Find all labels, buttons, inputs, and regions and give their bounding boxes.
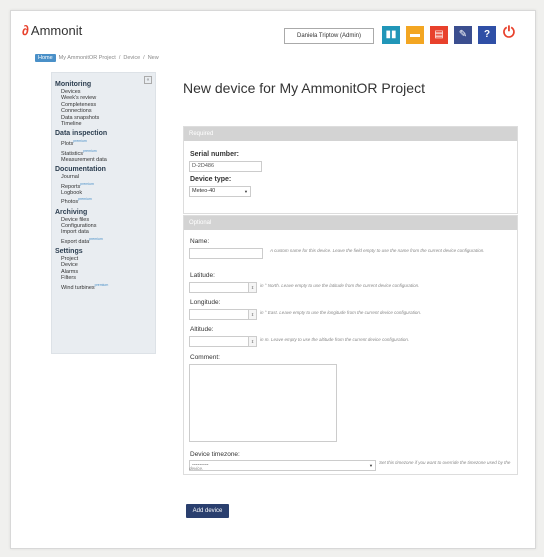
sidebar-item-label: Connections	[61, 108, 92, 115]
device-type-select[interactable]: Meteo-40 ▼	[189, 186, 251, 197]
sidebar-item-label: Completeness	[61, 101, 97, 108]
user-menu-button[interactable]: Daniela Triptow (Admin)	[284, 28, 374, 44]
optional-heading: Optional	[184, 216, 517, 230]
sidebar-item-label: Devices	[61, 89, 81, 95]
sidebar-item[interactable]: Wind turbinespremium	[55, 282, 155, 291]
app-logo[interactable]: ∂ Ammonit	[22, 22, 82, 38]
altitude-help: in m. Leave empty to use the altitude fr…	[260, 337, 410, 342]
book-icon[interactable]: ▤	[430, 26, 448, 44]
breadcrumb: Home My AmmonitOR Project / Device / New	[35, 54, 159, 62]
latitude-stepper-icon[interactable]: ⇕	[248, 282, 257, 293]
sidebar-item-label: Device files	[61, 216, 90, 223]
sidebar-item[interactable]: Reportspremium	[55, 181, 155, 190]
folder-icon[interactable]: ▬	[406, 26, 424, 44]
breadcrumb-separator: /	[118, 55, 121, 61]
sidebar-item-label: Filters	[61, 275, 76, 282]
sidebar-section: Archiving Device files Configurations Impor…	[55, 209, 155, 245]
latitude-label: Latitude:	[190, 272, 215, 279]
premium-badge: premium	[73, 139, 87, 144]
sidebar-item-label: Export data	[61, 238, 90, 245]
latitude-input[interactable]	[189, 282, 249, 293]
sidebar-section: Settings Project Device Alarms Filters Wind t…	[55, 248, 155, 291]
premium-badge: premium	[80, 181, 94, 186]
sidebar-item-label: Import data	[61, 229, 89, 236]
sidebar-item-label: Timeline	[61, 121, 82, 128]
sidebar-item[interactable]: Measurement data	[55, 157, 155, 163]
longitude-label: Longitude:	[190, 299, 221, 306]
sidebar-section-title: Data inspection	[55, 130, 108, 138]
premium-badge: premium	[83, 148, 97, 153]
breadcrumb-device[interactable]: Device	[123, 55, 140, 61]
sidebar-section: Data inspection Plotspremium Statisticspre…	[55, 130, 155, 163]
sidebar-item-label: Logbook	[61, 189, 83, 196]
sidebar-section-title: Documentation	[55, 166, 106, 174]
sidebar-item-label: Data snapshots	[61, 114, 100, 121]
sidebar-item-label: Week's review	[61, 95, 97, 102]
sidebar-section-title: Settings	[55, 248, 83, 256]
breadcrumb-project[interactable]: My AmmonitOR Project	[59, 55, 116, 61]
page-title: New device for My AmmonitOR Project	[183, 80, 425, 96]
premium-badge: premium	[89, 236, 103, 241]
device-type-label: Device type:	[190, 176, 232, 183]
chevron-down-icon: ▼	[244, 189, 248, 194]
comment-textarea[interactable]	[189, 364, 337, 442]
sidebar-item-label: Project	[61, 256, 79, 263]
altitude-stepper-icon[interactable]: ⇕	[248, 336, 257, 347]
sidebar-item-label: Measurement data	[61, 156, 107, 163]
breadcrumb-home[interactable]: Home	[35, 54, 56, 62]
sidebar-item-label: Configurations	[61, 223, 97, 229]
logout-icon[interactable]: ⏻	[503, 24, 515, 41]
sidebar-section: Monitoring Devices Week's review Completene…	[55, 81, 155, 127]
ammonit-logo-icon: ∂	[22, 22, 29, 38]
serial-number-label: Serial number:	[190, 151, 240, 158]
altitude-label: Altitude:	[190, 326, 214, 333]
longitude-help: in ° East. Leave empty to use the longit…	[260, 310, 422, 315]
breadcrumb-new: New	[147, 55, 159, 61]
sidebar-item[interactable]: Statisticspremium	[55, 148, 155, 157]
premium-badge: premium	[94, 282, 109, 287]
sidebar-item[interactable]: Photospremium	[55, 196, 155, 205]
sidebar-section: Documentation Journal Reportspremium Logboo…	[55, 166, 155, 205]
sidebar-item-label: Statistics	[61, 150, 84, 157]
sidebar-item-label: Alarms	[61, 268, 79, 275]
serial-number-input[interactable]: D-2D486	[189, 161, 262, 172]
comment-label: Comment:	[190, 354, 220, 361]
altitude-input[interactable]	[189, 336, 249, 347]
name-input[interactable]	[189, 248, 263, 259]
sidebar: « Monitoring Devices Week's review Complete…	[51, 72, 156, 354]
add-device-button[interactable]: Add device	[186, 504, 229, 518]
sidebar-item-label: Photos	[61, 199, 79, 206]
latitude-help: in ° North. Leave empty to use the latit…	[260, 283, 420, 288]
sidebar-item-label: Device	[61, 262, 78, 269]
device-type-value: Meteo-40	[192, 188, 216, 194]
sidebar-section-title: Monitoring	[55, 81, 92, 88]
name-label: Name:	[190, 238, 210, 245]
premium-badge: premium	[78, 197, 92, 202]
sidebar-section-title: Archiving	[55, 208, 88, 216]
sidebar-item-label: Reports	[61, 183, 81, 190]
sidebar-item[interactable]: Timeline	[55, 121, 155, 127]
breadcrumb-separator: /	[143, 55, 145, 61]
timezone-help: Set this timezone if you want to overrid…	[189, 460, 511, 471]
help-icon[interactable]: ?	[478, 26, 496, 44]
stats-icon[interactable]: ▮▮	[382, 26, 400, 44]
timezone-label: Device timezone:	[190, 451, 240, 458]
collapse-sidebar-button[interactable]: «	[144, 76, 152, 84]
sidebar-item-label: Wind turbines	[61, 284, 95, 291]
sidebar-item[interactable]: Export datapremium	[55, 236, 155, 245]
name-help: A custom name for this device. Leave the…	[270, 248, 485, 253]
app-name: Ammonit	[30, 22, 83, 38]
sidebar-item-label: Plots	[61, 141, 74, 148]
edit-icon[interactable]: ✎	[454, 26, 472, 44]
sidebar-item-label: Journal	[61, 174, 80, 181]
sidebar-item[interactable]: Plotspremium	[55, 138, 155, 147]
required-heading: Required	[184, 127, 517, 141]
longitude-stepper-icon[interactable]: ⇕	[248, 309, 257, 320]
longitude-input[interactable]	[189, 309, 249, 320]
